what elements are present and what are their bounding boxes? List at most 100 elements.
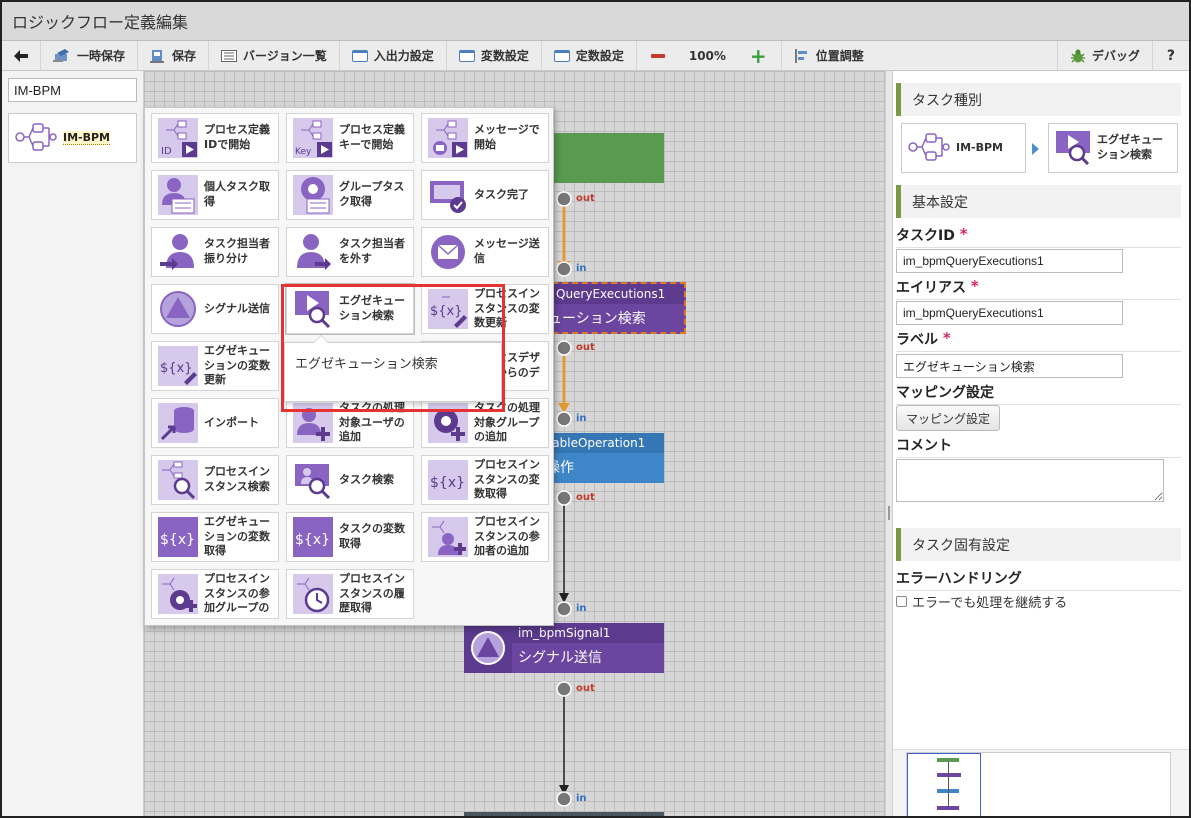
- execution-search-icon: [1055, 129, 1091, 168]
- palette-item-label: メッセージで 開始: [474, 123, 540, 151]
- minimap-canvas[interactable]: [906, 752, 1171, 816]
- palette-item-signal-send[interactable]: シグナル送信: [151, 284, 279, 334]
- alias-label-text: エイリアス: [896, 280, 966, 296]
- section-title: タスク固有設定: [912, 537, 1010, 554]
- palette-item-message-send[interactable]: メッセージ送 信: [421, 227, 549, 277]
- svg-text:${x}: ${x}: [160, 361, 193, 376]
- instance-search-icon: [158, 460, 198, 500]
- help-button[interactable]: ?: [1153, 41, 1189, 71]
- task-id-input[interactable]: [896, 249, 1123, 273]
- palette-item-exec-variable-update[interactable]: ${x} エグゼキュー ションの変数 更新: [151, 341, 279, 391]
- palette-item-process-id-start[interactable]: ID プロセス定義 IDで開始: [151, 113, 279, 163]
- bpm-flow-icon: [15, 122, 57, 155]
- label-label: ラベル *: [896, 329, 1181, 352]
- splitter-grip: [888, 506, 890, 520]
- version-list-label: バージョン一覧: [243, 49, 327, 63]
- minimap-connector: [948, 762, 949, 806]
- window-title: ロジックフロー定義編集: [12, 13, 189, 32]
- constant-settings-label: 定数設定: [575, 49, 624, 63]
- debug-button[interactable]: デバッグ: [1056, 40, 1153, 71]
- palette-item-task-variable-get[interactable]: ${x} タスクの変数 取得: [286, 512, 414, 562]
- palette-item-label: メッセージ送 信: [474, 237, 540, 265]
- continue-on-error-checkbox[interactable]: [896, 596, 907, 607]
- palette-item-process-key-start[interactable]: Key プロセス定義 キーで開始: [286, 113, 414, 163]
- palette-item-add-participant-group[interactable]: プロセスイン スタンスの参 加グループの: [151, 569, 279, 619]
- message-start-icon: [428, 118, 468, 158]
- palette-item-group-task[interactable]: グループタス ク取得: [286, 170, 414, 220]
- palette-item-assign-user[interactable]: タスク担当者 振り分け: [151, 227, 279, 277]
- category-item-im-bpm[interactable]: IM-BPM: [8, 113, 137, 163]
- save-label: 保存: [172, 49, 197, 63]
- palette-item-message-start[interactable]: メッセージで 開始: [421, 113, 549, 163]
- port-label-out: out: [576, 193, 595, 204]
- palette-item-task-search[interactable]: タスク検索: [286, 455, 414, 505]
- bug-icon: [1070, 48, 1086, 64]
- out-port: [556, 490, 572, 506]
- mapping-label-text: マッピング設定: [896, 385, 994, 401]
- minimap-node: [937, 806, 959, 810]
- minimap-node: [937, 773, 961, 777]
- comment-textarea[interactable]: [896, 459, 1164, 502]
- label-label-text: ラベル: [896, 332, 938, 348]
- instance-history-icon: [293, 574, 333, 614]
- palette-item-task-complete[interactable]: タスク完了: [421, 170, 549, 220]
- list-icon: [221, 49, 238, 62]
- mapping-settings-button[interactable]: マッピング設定: [896, 405, 1001, 431]
- zoom-level: 100%: [679, 41, 736, 71]
- signal-node-icon-area: [464, 623, 512, 673]
- task-id-label: タスクID *: [896, 225, 1181, 248]
- toolbar: 一時保存 保存 バージョン一覧 入出力設定 変数設定 定数設定 100% + 位…: [2, 40, 1189, 71]
- port-label-in: in: [576, 603, 587, 614]
- palette-item-label: プロセスイン スタンスの参 加グループの: [204, 571, 270, 615]
- out-port: [556, 681, 572, 697]
- port-label-out: out: [576, 492, 595, 503]
- in-port: [556, 601, 572, 617]
- position-adjust-button[interactable]: 位置調整: [782, 41, 876, 71]
- continue-on-error-row[interactable]: エラーでも処理を継続する: [896, 592, 1067, 611]
- palette-item-exec-variable-get[interactable]: ${x} エグゼキュー ションの変数 取得: [151, 512, 279, 562]
- constant-settings-button[interactable]: 定数設定: [542, 40, 637, 71]
- label-input[interactable]: [896, 354, 1123, 378]
- section-basic-settings: 基本設定: [896, 185, 1181, 218]
- palette-item-instance-variable-get[interactable]: ${x} プロセスイン スタンスの変 数取得: [421, 455, 549, 505]
- zoom-out-button[interactable]: [637, 41, 679, 71]
- category-select[interactable]: [8, 78, 137, 102]
- task-type-category-label: IM-BPM: [956, 140, 1003, 154]
- palette-item-personal-task[interactable]: 個人タスク取 得: [151, 170, 279, 220]
- required-mark: *: [959, 225, 968, 243]
- next-node[interactable]: [464, 812, 664, 816]
- variable-settings-button[interactable]: 変数設定: [447, 40, 542, 71]
- io-settings-button[interactable]: 入出力設定: [340, 40, 447, 71]
- temp-save-button[interactable]: 一時保存: [41, 40, 139, 71]
- palette-item-import[interactable]: インポート: [151, 398, 279, 448]
- palette-item-label: タスク検索: [339, 472, 394, 486]
- port-label-out: out: [576, 342, 595, 353]
- palette-item-label: プロセス定義 IDで開始: [204, 123, 270, 151]
- palette-item-label: 個人タスク取 得: [204, 180, 270, 208]
- port-label-in: in: [576, 793, 587, 804]
- palette-item-instance-history[interactable]: プロセスイン スタンスの履 歴取得: [286, 569, 414, 619]
- position-adjust-label: 位置調整: [815, 49, 864, 63]
- add-participant-icon: [428, 517, 468, 557]
- palette-item-unassign-user[interactable]: タスク担当者 を外す: [286, 227, 414, 277]
- io-settings-label: 入出力設定: [373, 49, 434, 63]
- zoom-in-button[interactable]: +: [736, 40, 782, 71]
- signal-node[interactable]: im_bpmSignal1 シグナル送信: [464, 623, 664, 673]
- task-variable-get-icon: ${x}: [293, 517, 333, 557]
- personal-task-icon: [158, 175, 198, 215]
- palette-item-add-participant[interactable]: プロセスイン スタンスの参 加者の追加: [421, 512, 549, 562]
- temp-save-icon: [53, 48, 71, 63]
- instance-variable-get-icon: ${x}: [428, 460, 468, 500]
- version-list-button[interactable]: バージョン一覧: [209, 40, 340, 71]
- mapping-label: マッピング設定: [896, 382, 1181, 405]
- palette-item-instance-search[interactable]: プロセスイン スタンス検索: [151, 455, 279, 505]
- save-button[interactable]: 保存: [138, 40, 210, 71]
- task-type-category: IM-BPM: [901, 123, 1026, 173]
- task-complete-icon: [428, 175, 468, 215]
- back-button[interactable]: [2, 40, 41, 71]
- alias-input[interactable]: [896, 301, 1123, 325]
- unassign-user-icon: [293, 232, 333, 272]
- variable-settings-label: 変数設定: [480, 49, 529, 63]
- out-port: [556, 340, 572, 356]
- panel-splitter[interactable]: [885, 71, 893, 816]
